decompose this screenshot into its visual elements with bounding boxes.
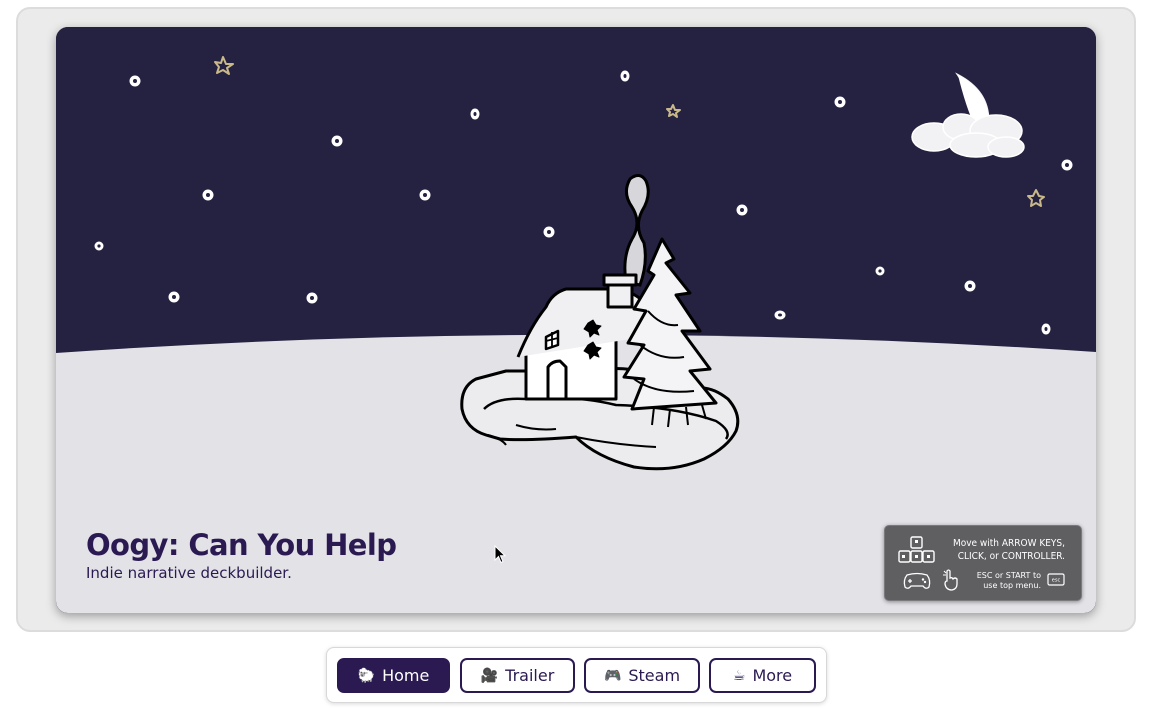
game-canvas[interactable]: Oogy: Can You Help Indie narrative deckb… (56, 27, 1096, 613)
snowflake-icon (202, 189, 214, 201)
snowflake-icon (875, 266, 885, 276)
snowflake-icon (964, 280, 976, 292)
esc-hint-text: ESC or START to use top menu. (976, 571, 1041, 590)
snowflake-icon (331, 135, 343, 147)
snowflake-icon (129, 75, 141, 87)
nav-home-label: Home (382, 666, 430, 685)
controls-hint-text: Move with ARROW KEYS, CLICK, or CONTROLL… (952, 538, 1065, 562)
mouse-cursor-icon (494, 545, 507, 564)
title-block: Oogy: Can You Help Indie narrative deckb… (86, 527, 397, 583)
nav-trailer-button[interactable]: 🎥 Trailer (460, 658, 575, 693)
esc-key-icon: esc (1047, 573, 1065, 586)
snowflake-icon (834, 96, 846, 108)
snowflake-icon (470, 108, 480, 120)
coffee-icon: ☕ (732, 667, 746, 684)
snowflake-icon (620, 70, 630, 82)
snowflake-icon (168, 291, 180, 303)
gamepad-icon (903, 572, 931, 589)
nav-home-button[interactable]: 🐑 Home (337, 658, 450, 693)
snowflake-icon (774, 310, 786, 320)
snowflake-icon (94, 241, 104, 251)
nav-more-label: More (752, 666, 793, 685)
sheep-icon: 🐑 (357, 667, 376, 684)
snowflake-icon (543, 226, 555, 238)
game-subtitle: Indie narrative deckbuilder. (86, 564, 292, 582)
controls-hint-panel: Move with ARROW KEYS, CLICK, or CONTROLL… (884, 525, 1082, 601)
snowflake-icon (419, 189, 431, 201)
movie-camera-icon: 🎥 (480, 667, 499, 684)
snowflake-icon (1061, 159, 1073, 171)
nav-steam-button[interactable]: 🎮 Steam (584, 658, 700, 693)
bottom-nav: 🐑 Home 🎥 Trailer 🎮 Steam ☕ More (326, 647, 827, 703)
snowflake-icon (1041, 323, 1051, 335)
nav-trailer-label: Trailer (505, 666, 555, 685)
game-title: Oogy: Can You Help (86, 528, 397, 562)
nav-more-button[interactable]: ☕ More (709, 658, 816, 693)
snowflake-icon (736, 204, 748, 216)
arrow-keys-icon (898, 536, 935, 563)
snowflake-icon (306, 292, 318, 304)
esc-key-label: esc (1052, 578, 1061, 584)
gamepad-icon: 🎮 (603, 667, 622, 684)
mouse-click-icon (943, 569, 958, 591)
nav-steam-label: Steam (628, 666, 681, 685)
